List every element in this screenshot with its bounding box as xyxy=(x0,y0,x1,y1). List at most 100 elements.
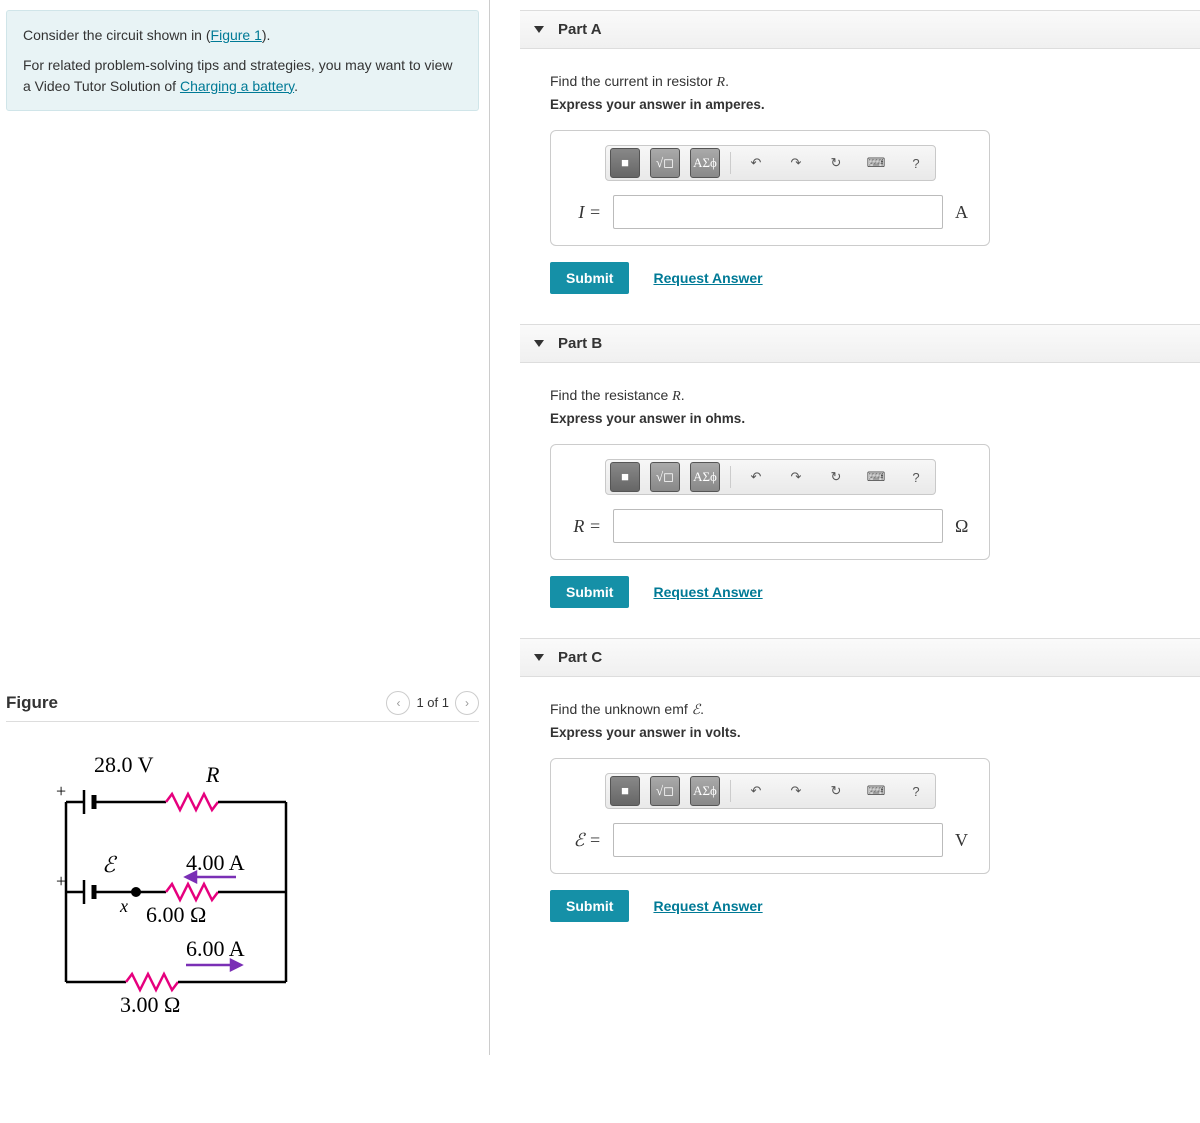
prompt-var: R xyxy=(717,75,726,90)
label-plus2: + xyxy=(56,871,66,891)
help-button[interactable]: ? xyxy=(901,462,931,492)
collapse-icon xyxy=(534,654,544,661)
keyboard-button[interactable]: ⌨ xyxy=(861,462,891,492)
prompt-text: . xyxy=(725,73,729,89)
part-c-actions: Submit Request Answer xyxy=(550,890,1170,922)
figure-header: Figure ‹ 1 of 1 › xyxy=(6,691,479,722)
part-b-body: Find the resistance R. Express your answ… xyxy=(520,387,1200,638)
equation-toolbar: ■ √◻ ΑΣϕ ↶ ↷ ↻ ⌨ ? xyxy=(605,773,936,809)
submit-button[interactable]: Submit xyxy=(550,262,629,294)
part-c-header[interactable]: Part C xyxy=(520,638,1200,677)
toolbar-separator xyxy=(730,466,731,488)
undo-button[interactable]: ↶ xyxy=(741,776,771,806)
label-voltage: 28.0 V xyxy=(94,752,154,777)
part-c-input[interactable] xyxy=(613,823,943,857)
intro-text: . xyxy=(294,78,298,94)
toolbar-separator xyxy=(730,152,731,174)
figure-body: 28.0 V R + ℰ + x 4.00 A 6.00 Ω 6.00 A 3.… xyxy=(6,722,479,1045)
radical-button[interactable]: √◻ xyxy=(650,462,680,492)
label-plus1: + xyxy=(56,781,66,801)
part-b-input[interactable] xyxy=(613,509,943,543)
label-R: R xyxy=(205,762,220,787)
part-c-title: Part C xyxy=(558,649,602,666)
part-b-actions: Submit Request Answer xyxy=(550,576,1170,608)
reset-button[interactable]: ↻ xyxy=(821,776,851,806)
part-c-instr: Express your answer in volts. xyxy=(550,725,1170,740)
part-a-actions: Submit Request Answer xyxy=(550,262,1170,294)
unit-label: V xyxy=(955,830,975,851)
undo-button[interactable]: ↶ xyxy=(741,148,771,178)
part-a-title: Part A xyxy=(558,21,602,38)
equation-toolbar: ■ √◻ ΑΣϕ ↶ ↷ ↻ ⌨ ? xyxy=(605,459,936,495)
circuit-diagram: 28.0 V R + ℰ + x 4.00 A 6.00 Ω 6.00 A 3.… xyxy=(46,742,326,1022)
figure-count: 1 of 1 xyxy=(416,695,449,710)
help-button[interactable]: ? xyxy=(901,148,931,178)
label-I-bot: 6.00 A xyxy=(186,936,245,961)
collapse-icon xyxy=(534,340,544,347)
templates-button[interactable]: ■ xyxy=(610,462,640,492)
part-a-header[interactable]: Part A xyxy=(520,10,1200,49)
figure-prev-button[interactable]: ‹ xyxy=(386,691,410,715)
collapse-icon xyxy=(534,26,544,33)
help-button[interactable]: ? xyxy=(901,776,931,806)
templates-button[interactable]: ■ xyxy=(610,776,640,806)
prompt-var: R xyxy=(672,389,681,404)
radical-button[interactable]: √◻ xyxy=(650,776,680,806)
part-c-answer-box: ■ √◻ ΑΣϕ ↶ ↷ ↻ ⌨ ? ℰ = V xyxy=(550,758,990,874)
intro-line-2: For related problem-solving tips and str… xyxy=(23,55,462,96)
prompt-text: Find the unknown emf xyxy=(550,701,692,717)
request-answer-link[interactable]: Request Answer xyxy=(653,584,762,600)
submit-button[interactable]: Submit xyxy=(550,890,629,922)
var-label: ℰ = xyxy=(565,830,601,851)
figure-link[interactable]: Figure 1 xyxy=(211,27,262,43)
part-a-answer-box: ■ √◻ ΑΣϕ ↶ ↷ ↻ ⌨ ? I = A xyxy=(550,130,990,246)
intro-box: Consider the circuit shown in (Figure 1)… xyxy=(6,10,479,111)
part-a-prompt: Find the current in resistor R. xyxy=(550,73,1170,91)
part-a-input[interactable] xyxy=(613,195,943,229)
figure-nav: ‹ 1 of 1 › xyxy=(386,691,479,715)
label-R-mid: 6.00 Ω xyxy=(146,902,206,927)
keyboard-button[interactable]: ⌨ xyxy=(861,148,891,178)
prompt-text: Find the current in resistor xyxy=(550,73,717,89)
greek-button[interactable]: ΑΣϕ xyxy=(690,462,720,492)
radical-button[interactable]: √◻ xyxy=(650,148,680,178)
redo-button[interactable]: ↷ xyxy=(781,776,811,806)
reset-button[interactable]: ↻ xyxy=(821,148,851,178)
request-answer-link[interactable]: Request Answer xyxy=(653,898,762,914)
part-b-header[interactable]: Part B xyxy=(520,324,1200,363)
part-b-prompt: Find the resistance R. xyxy=(550,387,1170,405)
right-panel: Part A Find the current in resistor R. E… xyxy=(490,0,1200,1055)
submit-button[interactable]: Submit xyxy=(550,576,629,608)
var-label: I = xyxy=(565,202,601,223)
part-c-prompt: Find the unknown emf ℰ. xyxy=(550,701,1170,719)
answer-row: ℰ = V xyxy=(565,823,975,857)
intro-text: Consider the circuit shown in ( xyxy=(23,27,211,43)
redo-button[interactable]: ↷ xyxy=(781,148,811,178)
keyboard-button[interactable]: ⌨ xyxy=(861,776,891,806)
answer-row: I = A xyxy=(565,195,975,229)
equation-toolbar: ■ √◻ ΑΣϕ ↶ ↷ ↻ ⌨ ? xyxy=(605,145,936,181)
undo-button[interactable]: ↶ xyxy=(741,462,771,492)
part-a-instr: Express your answer in amperes. xyxy=(550,97,1170,112)
part-b-answer-box: ■ √◻ ΑΣϕ ↶ ↷ ↻ ⌨ ? R = Ω xyxy=(550,444,990,560)
templates-button[interactable]: ■ xyxy=(610,148,640,178)
redo-button[interactable]: ↷ xyxy=(781,462,811,492)
figure-next-button[interactable]: › xyxy=(455,691,479,715)
label-emf: ℰ xyxy=(102,852,118,877)
unit-label: A xyxy=(955,202,975,223)
part-b-instr: Express your answer in ohms. xyxy=(550,411,1170,426)
part-b-title: Part B xyxy=(558,335,602,352)
video-link[interactable]: Charging a battery xyxy=(180,78,294,94)
part-a-body: Find the current in resistor R. Express … xyxy=(520,73,1200,324)
intro-line-1: Consider the circuit shown in (Figure 1)… xyxy=(23,25,462,45)
prompt-text: . xyxy=(681,387,685,403)
answer-row: R = Ω xyxy=(565,509,975,543)
reset-button[interactable]: ↻ xyxy=(821,462,851,492)
greek-button[interactable]: ΑΣϕ xyxy=(690,776,720,806)
greek-button[interactable]: ΑΣϕ xyxy=(690,148,720,178)
request-answer-link[interactable]: Request Answer xyxy=(653,270,762,286)
unit-label: Ω xyxy=(955,516,975,537)
intro-text: ). xyxy=(262,27,271,43)
label-R-bot: 3.00 Ω xyxy=(120,992,180,1017)
part-c-body: Find the unknown emf ℰ. Express your ans… xyxy=(520,701,1200,952)
